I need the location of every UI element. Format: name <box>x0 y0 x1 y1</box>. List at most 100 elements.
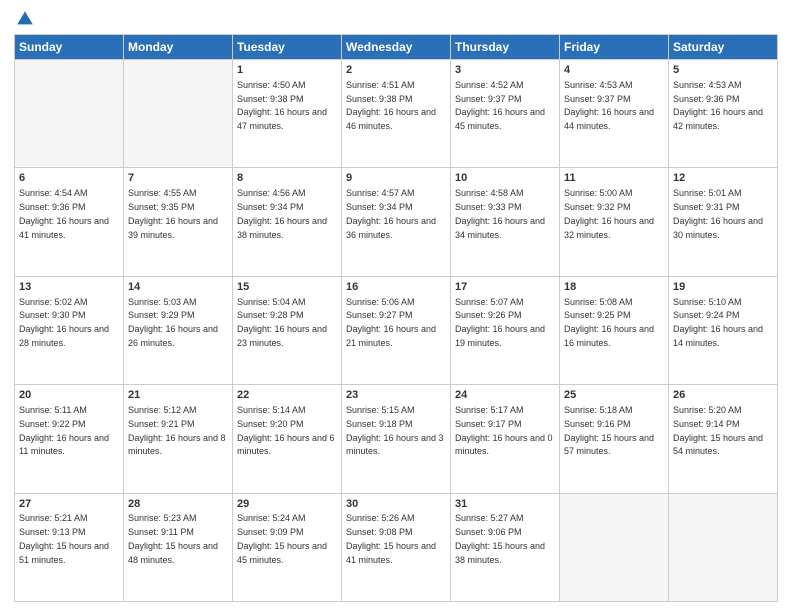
logo <box>14 10 36 28</box>
calendar-cell: 18 Sunrise: 5:08 AM Sunset: 9:25 PM Dayli… <box>560 276 669 384</box>
calendar-cell: 23Sunrise: 5:15 AM Sunset: 9:18 PM Dayli… <box>342 385 451 493</box>
calendar-cell <box>560 493 669 601</box>
day-info: Sunrise: 5:26 AM Sunset: 9:08 PM Dayligh… <box>346 513 436 564</box>
day-number: 31 <box>455 497 555 512</box>
calendar-cell: 7 Sunrise: 4:55 AM Sunset: 9:35 PM Daylig… <box>124 168 233 276</box>
calendar-cell: 11 Sunrise: 5:00 AM Sunset: 9:32 PM Dayli… <box>560 168 669 276</box>
calendar-cell: 14 Sunrise: 5:03 AM Sunset: 9:29 PM Dayli… <box>124 276 233 384</box>
day-info: Sunrise: 5:27 AM Sunset: 9:06 PM Dayligh… <box>455 513 545 564</box>
calendar-cell: 29Sunrise: 5:24 AM Sunset: 9:09 PM Dayli… <box>233 493 342 601</box>
day-number: 14 <box>128 280 228 295</box>
day-info: Sunrise: 5:12 AM Sunset: 9:21 PM Dayligh… <box>128 405 226 456</box>
day-number: 13 <box>19 280 119 295</box>
day-number: 5 <box>673 63 773 78</box>
week-row-1: 1 Sunrise: 4:50 AM Sunset: 9:38 PM Daylig… <box>15 60 778 168</box>
day-info: Sunrise: 5:14 AM Sunset: 9:20 PM Dayligh… <box>237 405 335 456</box>
calendar-cell: 17 Sunrise: 5:07 AM Sunset: 9:26 PM Dayli… <box>451 276 560 384</box>
day-number: 20 <box>19 388 119 403</box>
logo-icon <box>16 10 34 28</box>
day-info: Sunrise: 4:55 AM Sunset: 9:35 PM Dayligh… <box>128 188 218 239</box>
day-info: Sunrise: 4:53 AM Sunset: 9:37 PM Dayligh… <box>564 80 654 131</box>
calendar-cell <box>124 60 233 168</box>
day-number: 16 <box>346 280 446 295</box>
day-number: 3 <box>455 63 555 78</box>
calendar-cell: 30Sunrise: 5:26 AM Sunset: 9:08 PM Dayli… <box>342 493 451 601</box>
day-info: Sunrise: 5:18 AM Sunset: 9:16 PM Dayligh… <box>564 405 654 456</box>
day-info: Sunrise: 5:10 AM Sunset: 9:24 PM Dayligh… <box>673 297 763 348</box>
day-info: Sunrise: 4:58 AM Sunset: 9:33 PM Dayligh… <box>455 188 545 239</box>
calendar-cell: 4 Sunrise: 4:53 AM Sunset: 9:37 PM Daylig… <box>560 60 669 168</box>
weekday-header-friday: Friday <box>560 35 669 60</box>
calendar-cell: 16 Sunrise: 5:06 AM Sunset: 9:27 PM Dayli… <box>342 276 451 384</box>
calendar-cell: 12Sunrise: 5:01 AM Sunset: 9:31 PM Dayli… <box>669 168 778 276</box>
page: SundayMondayTuesdayWednesdayThursdayFrid… <box>0 0 792 612</box>
calendar-cell: 26 Sunrise: 5:20 AM Sunset: 9:14 PM Dayli… <box>669 385 778 493</box>
calendar-cell: 9 Sunrise: 4:57 AM Sunset: 9:34 PM Daylig… <box>342 168 451 276</box>
day-number: 26 <box>673 388 773 403</box>
day-info: Sunrise: 5:00 AM Sunset: 9:32 PM Dayligh… <box>564 188 654 239</box>
day-number: 6 <box>19 171 119 186</box>
weekday-header-thursday: Thursday <box>451 35 560 60</box>
day-info: Sunrise: 5:21 AM Sunset: 9:13 PM Dayligh… <box>19 513 109 564</box>
day-number: 11 <box>564 171 664 186</box>
day-number: 30 <box>346 497 446 512</box>
day-info: Sunrise: 4:57 AM Sunset: 9:34 PM Dayligh… <box>346 188 436 239</box>
day-info: Sunrise: 4:50 AM Sunset: 9:38 PM Dayligh… <box>237 80 327 131</box>
day-number: 7 <box>128 171 228 186</box>
weekday-header-sunday: Sunday <box>15 35 124 60</box>
day-number: 19 <box>673 280 773 295</box>
day-info: Sunrise: 4:54 AM Sunset: 9:36 PM Dayligh… <box>19 188 109 239</box>
week-row-3: 13Sunrise: 5:02 AM Sunset: 9:30 PM Dayli… <box>15 276 778 384</box>
day-info: Sunrise: 5:04 AM Sunset: 9:28 PM Dayligh… <box>237 297 327 348</box>
day-info: Sunrise: 5:24 AM Sunset: 9:09 PM Dayligh… <box>237 513 327 564</box>
day-number: 9 <box>346 171 446 186</box>
calendar-cell: 10Sunrise: 4:58 AM Sunset: 9:33 PM Dayli… <box>451 168 560 276</box>
day-number: 29 <box>237 497 337 512</box>
calendar-cell: 25Sunrise: 5:18 AM Sunset: 9:16 PM Dayli… <box>560 385 669 493</box>
calendar-cell: 3Sunrise: 4:52 AM Sunset: 9:37 PM Daylig… <box>451 60 560 168</box>
day-info: Sunrise: 5:11 AM Sunset: 9:22 PM Dayligh… <box>19 405 109 456</box>
calendar-cell: 15 Sunrise: 5:04 AM Sunset: 9:28 PM Dayli… <box>233 276 342 384</box>
calendar-cell: 19 Sunrise: 5:10 AM Sunset: 9:24 PM Dayli… <box>669 276 778 384</box>
weekday-header-monday: Monday <box>124 35 233 60</box>
calendar-cell: 20 Sunrise: 5:11 AM Sunset: 9:22 PM Dayli… <box>15 385 124 493</box>
day-info: Sunrise: 5:07 AM Sunset: 9:26 PM Dayligh… <box>455 297 545 348</box>
week-row-2: 6 Sunrise: 4:54 AM Sunset: 9:36 PM Daylig… <box>15 168 778 276</box>
day-number: 1 <box>237 63 337 78</box>
calendar-cell: 21 Sunrise: 5:12 AM Sunset: 9:21 PM Dayli… <box>124 385 233 493</box>
day-info: Sunrise: 4:51 AM Sunset: 9:38 PM Dayligh… <box>346 80 436 131</box>
weekday-header-wednesday: Wednesday <box>342 35 451 60</box>
weekday-header-row: SundayMondayTuesdayWednesdayThursdayFrid… <box>15 35 778 60</box>
day-number: 17 <box>455 280 555 295</box>
calendar-table: SundayMondayTuesdayWednesdayThursdayFrid… <box>14 34 778 602</box>
calendar-cell: 2 Sunrise: 4:51 AM Sunset: 9:38 PM Daylig… <box>342 60 451 168</box>
calendar-cell <box>15 60 124 168</box>
day-info: Sunrise: 5:06 AM Sunset: 9:27 PM Dayligh… <box>346 297 436 348</box>
day-number: 21 <box>128 388 228 403</box>
day-number: 2 <box>346 63 446 78</box>
day-info: Sunrise: 5:03 AM Sunset: 9:29 PM Dayligh… <box>128 297 218 348</box>
calendar-cell: 28Sunrise: 5:23 AM Sunset: 9:11 PM Dayli… <box>124 493 233 601</box>
day-info: Sunrise: 5:20 AM Sunset: 9:14 PM Dayligh… <box>673 405 763 456</box>
week-row-5: 27Sunrise: 5:21 AM Sunset: 9:13 PM Dayli… <box>15 493 778 601</box>
calendar-cell: 6 Sunrise: 4:54 AM Sunset: 9:36 PM Daylig… <box>15 168 124 276</box>
calendar-cell: 8Sunrise: 4:56 AM Sunset: 9:34 PM Daylig… <box>233 168 342 276</box>
calendar-cell: 31Sunrise: 5:27 AM Sunset: 9:06 PM Dayli… <box>451 493 560 601</box>
day-number: 23 <box>346 388 446 403</box>
day-number: 24 <box>455 388 555 403</box>
calendar-cell: 24 Sunrise: 5:17 AM Sunset: 9:17 PM Dayli… <box>451 385 560 493</box>
day-number: 28 <box>128 497 228 512</box>
day-number: 4 <box>564 63 664 78</box>
day-number: 22 <box>237 388 337 403</box>
day-number: 18 <box>564 280 664 295</box>
calendar-cell: 5 Sunrise: 4:53 AM Sunset: 9:36 PM Daylig… <box>669 60 778 168</box>
day-info: Sunrise: 5:23 AM Sunset: 9:11 PM Dayligh… <box>128 513 218 564</box>
weekday-header-tuesday: Tuesday <box>233 35 342 60</box>
day-info: Sunrise: 4:53 AM Sunset: 9:36 PM Dayligh… <box>673 80 763 131</box>
day-info: Sunrise: 5:17 AM Sunset: 9:17 PM Dayligh… <box>455 405 553 456</box>
day-number: 8 <box>237 171 337 186</box>
day-number: 12 <box>673 171 773 186</box>
day-number: 15 <box>237 280 337 295</box>
weekday-header-saturday: Saturday <box>669 35 778 60</box>
day-info: Sunrise: 5:08 AM Sunset: 9:25 PM Dayligh… <box>564 297 654 348</box>
